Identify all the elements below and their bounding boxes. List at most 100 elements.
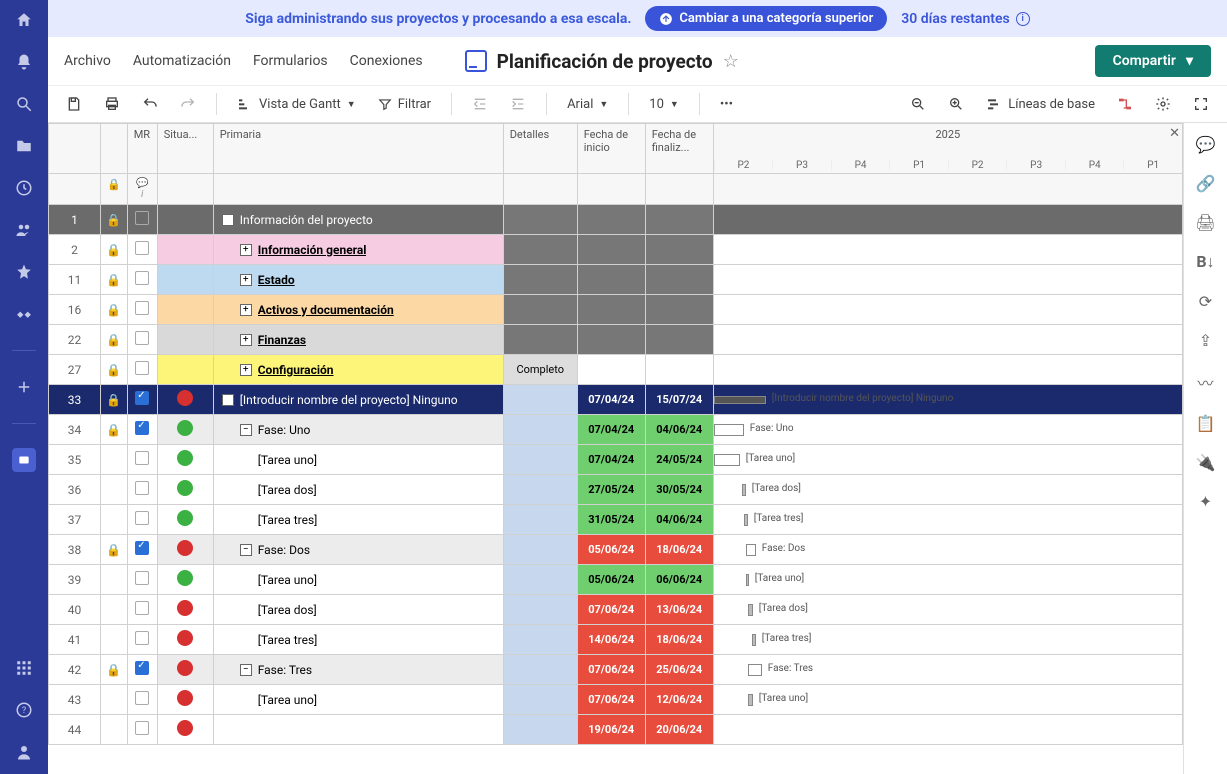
menu-automatizacion[interactable]: Automatización: [133, 53, 231, 69]
attachments-icon[interactable]: 🔗: [1196, 174, 1216, 193]
table-row[interactable]: 43[Tarea uno]07/06/2412/06/24[Tarea uno]: [49, 685, 1183, 715]
checkbox[interactable]: [135, 271, 149, 285]
end-date-cell[interactable]: 18/06/24: [645, 535, 713, 565]
primary-label[interactable]: [Tarea uno]: [258, 693, 317, 707]
start-date-cell[interactable]: [577, 325, 645, 355]
export-icon[interactable]: ⇪: [1199, 331, 1212, 350]
start-date-cell[interactable]: 14/06/24: [577, 625, 645, 655]
details-cell[interactable]: [503, 685, 577, 715]
table-row[interactable]: 16🔒+Activos y documentación: [49, 295, 1183, 325]
checkbox[interactable]: [135, 241, 149, 255]
row-number[interactable]: 2: [49, 235, 101, 265]
gantt-bar[interactable]: [714, 454, 740, 466]
start-date-cell[interactable]: 07/06/24: [577, 595, 645, 625]
row-number[interactable]: 1: [49, 205, 101, 235]
expand-toggle[interactable]: −: [240, 664, 252, 676]
gantt-cell[interactable]: [713, 715, 1182, 745]
details-cell[interactable]: [503, 535, 577, 565]
primary-label[interactable]: [Tarea dos]: [258, 603, 317, 617]
share-button[interactable]: Compartir ▾: [1095, 45, 1211, 77]
column-fecha-fin[interactable]: Fecha de finaliz...: [645, 124, 713, 174]
row-number[interactable]: 33: [49, 385, 101, 415]
sheet-title[interactable]: Planificación de proyecto: [497, 50, 713, 73]
primary-label[interactable]: [Tarea uno]: [258, 573, 317, 587]
start-date-cell[interactable]: [577, 205, 645, 235]
end-date-cell[interactable]: [645, 355, 713, 385]
checkbox[interactable]: [135, 451, 149, 465]
expand-toggle[interactable]: −: [222, 394, 234, 406]
details-cell[interactable]: [503, 475, 577, 505]
gantt-bar[interactable]: [744, 514, 748, 526]
close-icon[interactable]: ✕: [1169, 126, 1180, 141]
start-date-cell[interactable]: 27/05/24: [577, 475, 645, 505]
checkbox[interactable]: [135, 691, 149, 705]
more-formatting-icon[interactable]: •••: [714, 93, 739, 116]
status-dot[interactable]: [177, 660, 193, 676]
checkbox[interactable]: [135, 421, 149, 435]
gantt-cell[interactable]: [Tarea uno]: [713, 685, 1182, 715]
gantt-cell[interactable]: [713, 205, 1182, 235]
end-date-cell[interactable]: [645, 265, 713, 295]
clock-icon[interactable]: [12, 176, 36, 200]
favorite-star-icon[interactable]: ☆: [723, 51, 739, 72]
row-number[interactable]: 34: [49, 415, 101, 445]
trial-remaining[interactable]: 30 días restantes i: [901, 11, 1029, 27]
table-row[interactable]: 33🔒−[Introducir nombre del proyecto] Nin…: [49, 385, 1183, 415]
expand-toggle[interactable]: −: [240, 424, 252, 436]
table-row[interactable]: 4419/06/2420/06/24: [49, 715, 1183, 745]
expand-toggle[interactable]: +: [240, 364, 252, 376]
column-fecha-inicio[interactable]: Fecha de inicio: [577, 124, 645, 174]
app-icon[interactable]: [12, 448, 36, 472]
gantt-cell[interactable]: [713, 265, 1182, 295]
baseline-button[interactable]: Líneas de base: [980, 92, 1101, 116]
start-date-cell[interactable]: [577, 355, 645, 385]
row-number[interactable]: 43: [49, 685, 101, 715]
gantt-cell[interactable]: [Tarea dos]: [713, 475, 1182, 505]
details-cell[interactable]: Completo: [503, 355, 577, 385]
details-cell[interactable]: [503, 265, 577, 295]
gantt-bar[interactable]: [746, 544, 756, 556]
end-date-cell[interactable]: [645, 205, 713, 235]
bell-icon[interactable]: [12, 50, 36, 74]
row-number[interactable]: 42: [49, 655, 101, 685]
start-date-cell[interactable]: 07/04/24: [577, 385, 645, 415]
table-row[interactable]: 38🔒−Fase: Dos05/06/2418/06/24Fase: Dos: [49, 535, 1183, 565]
row-number[interactable]: 44: [49, 715, 101, 745]
primary-label[interactable]: Fase: Dos: [258, 543, 310, 557]
details-cell[interactable]: [503, 205, 577, 235]
primary-label[interactable]: Finanzas: [258, 333, 306, 347]
view-selector[interactable]: Vista de Gantt ▼: [231, 92, 362, 116]
start-date-cell[interactable]: [577, 265, 645, 295]
gantt-cell[interactable]: Fase: Dos: [713, 535, 1182, 565]
connector-icon[interactable]: 🔌: [1196, 453, 1216, 472]
row-number[interactable]: 39: [49, 565, 101, 595]
details-cell[interactable]: [503, 235, 577, 265]
column-situacion[interactable]: Situa...: [157, 124, 213, 174]
status-dot[interactable]: [177, 600, 193, 616]
gantt-bar[interactable]: [714, 424, 744, 436]
checkbox[interactable]: [135, 331, 149, 345]
status-dot[interactable]: [177, 420, 193, 436]
home-icon[interactable]: [12, 8, 36, 32]
help-icon[interactable]: ?: [12, 698, 36, 722]
row-number[interactable]: 11: [49, 265, 101, 295]
start-date-cell[interactable]: 07/04/24: [577, 445, 645, 475]
primary-label[interactable]: Información general: [258, 243, 367, 257]
primary-label[interactable]: [Tarea uno]: [258, 453, 317, 467]
primary-label[interactable]: [Tarea tres]: [258, 633, 318, 647]
table-row[interactable]: 37[Tarea tres]31/05/2404/06/24[Tarea tre…: [49, 505, 1183, 535]
gantt-bar[interactable]: [748, 664, 762, 676]
comments-panel-icon[interactable]: 💬: [1196, 135, 1216, 154]
indent-icon[interactable]: [504, 92, 532, 116]
gantt-cell[interactable]: [Introducir nombre del proyecto] Ninguno: [713, 385, 1182, 415]
end-date-cell[interactable]: 04/06/24: [645, 415, 713, 445]
status-dot[interactable]: [177, 570, 193, 586]
details-cell[interactable]: [503, 715, 577, 745]
zoom-out-icon[interactable]: [904, 92, 932, 116]
table-row[interactable]: 27🔒+ConfiguraciónCompleto: [49, 355, 1183, 385]
details-cell[interactable]: [503, 625, 577, 655]
status-dot[interactable]: [177, 540, 193, 556]
primary-label[interactable]: Configuración: [258, 363, 334, 377]
checkbox[interactable]: [135, 661, 149, 675]
end-date-cell[interactable]: 15/07/24: [645, 385, 713, 415]
